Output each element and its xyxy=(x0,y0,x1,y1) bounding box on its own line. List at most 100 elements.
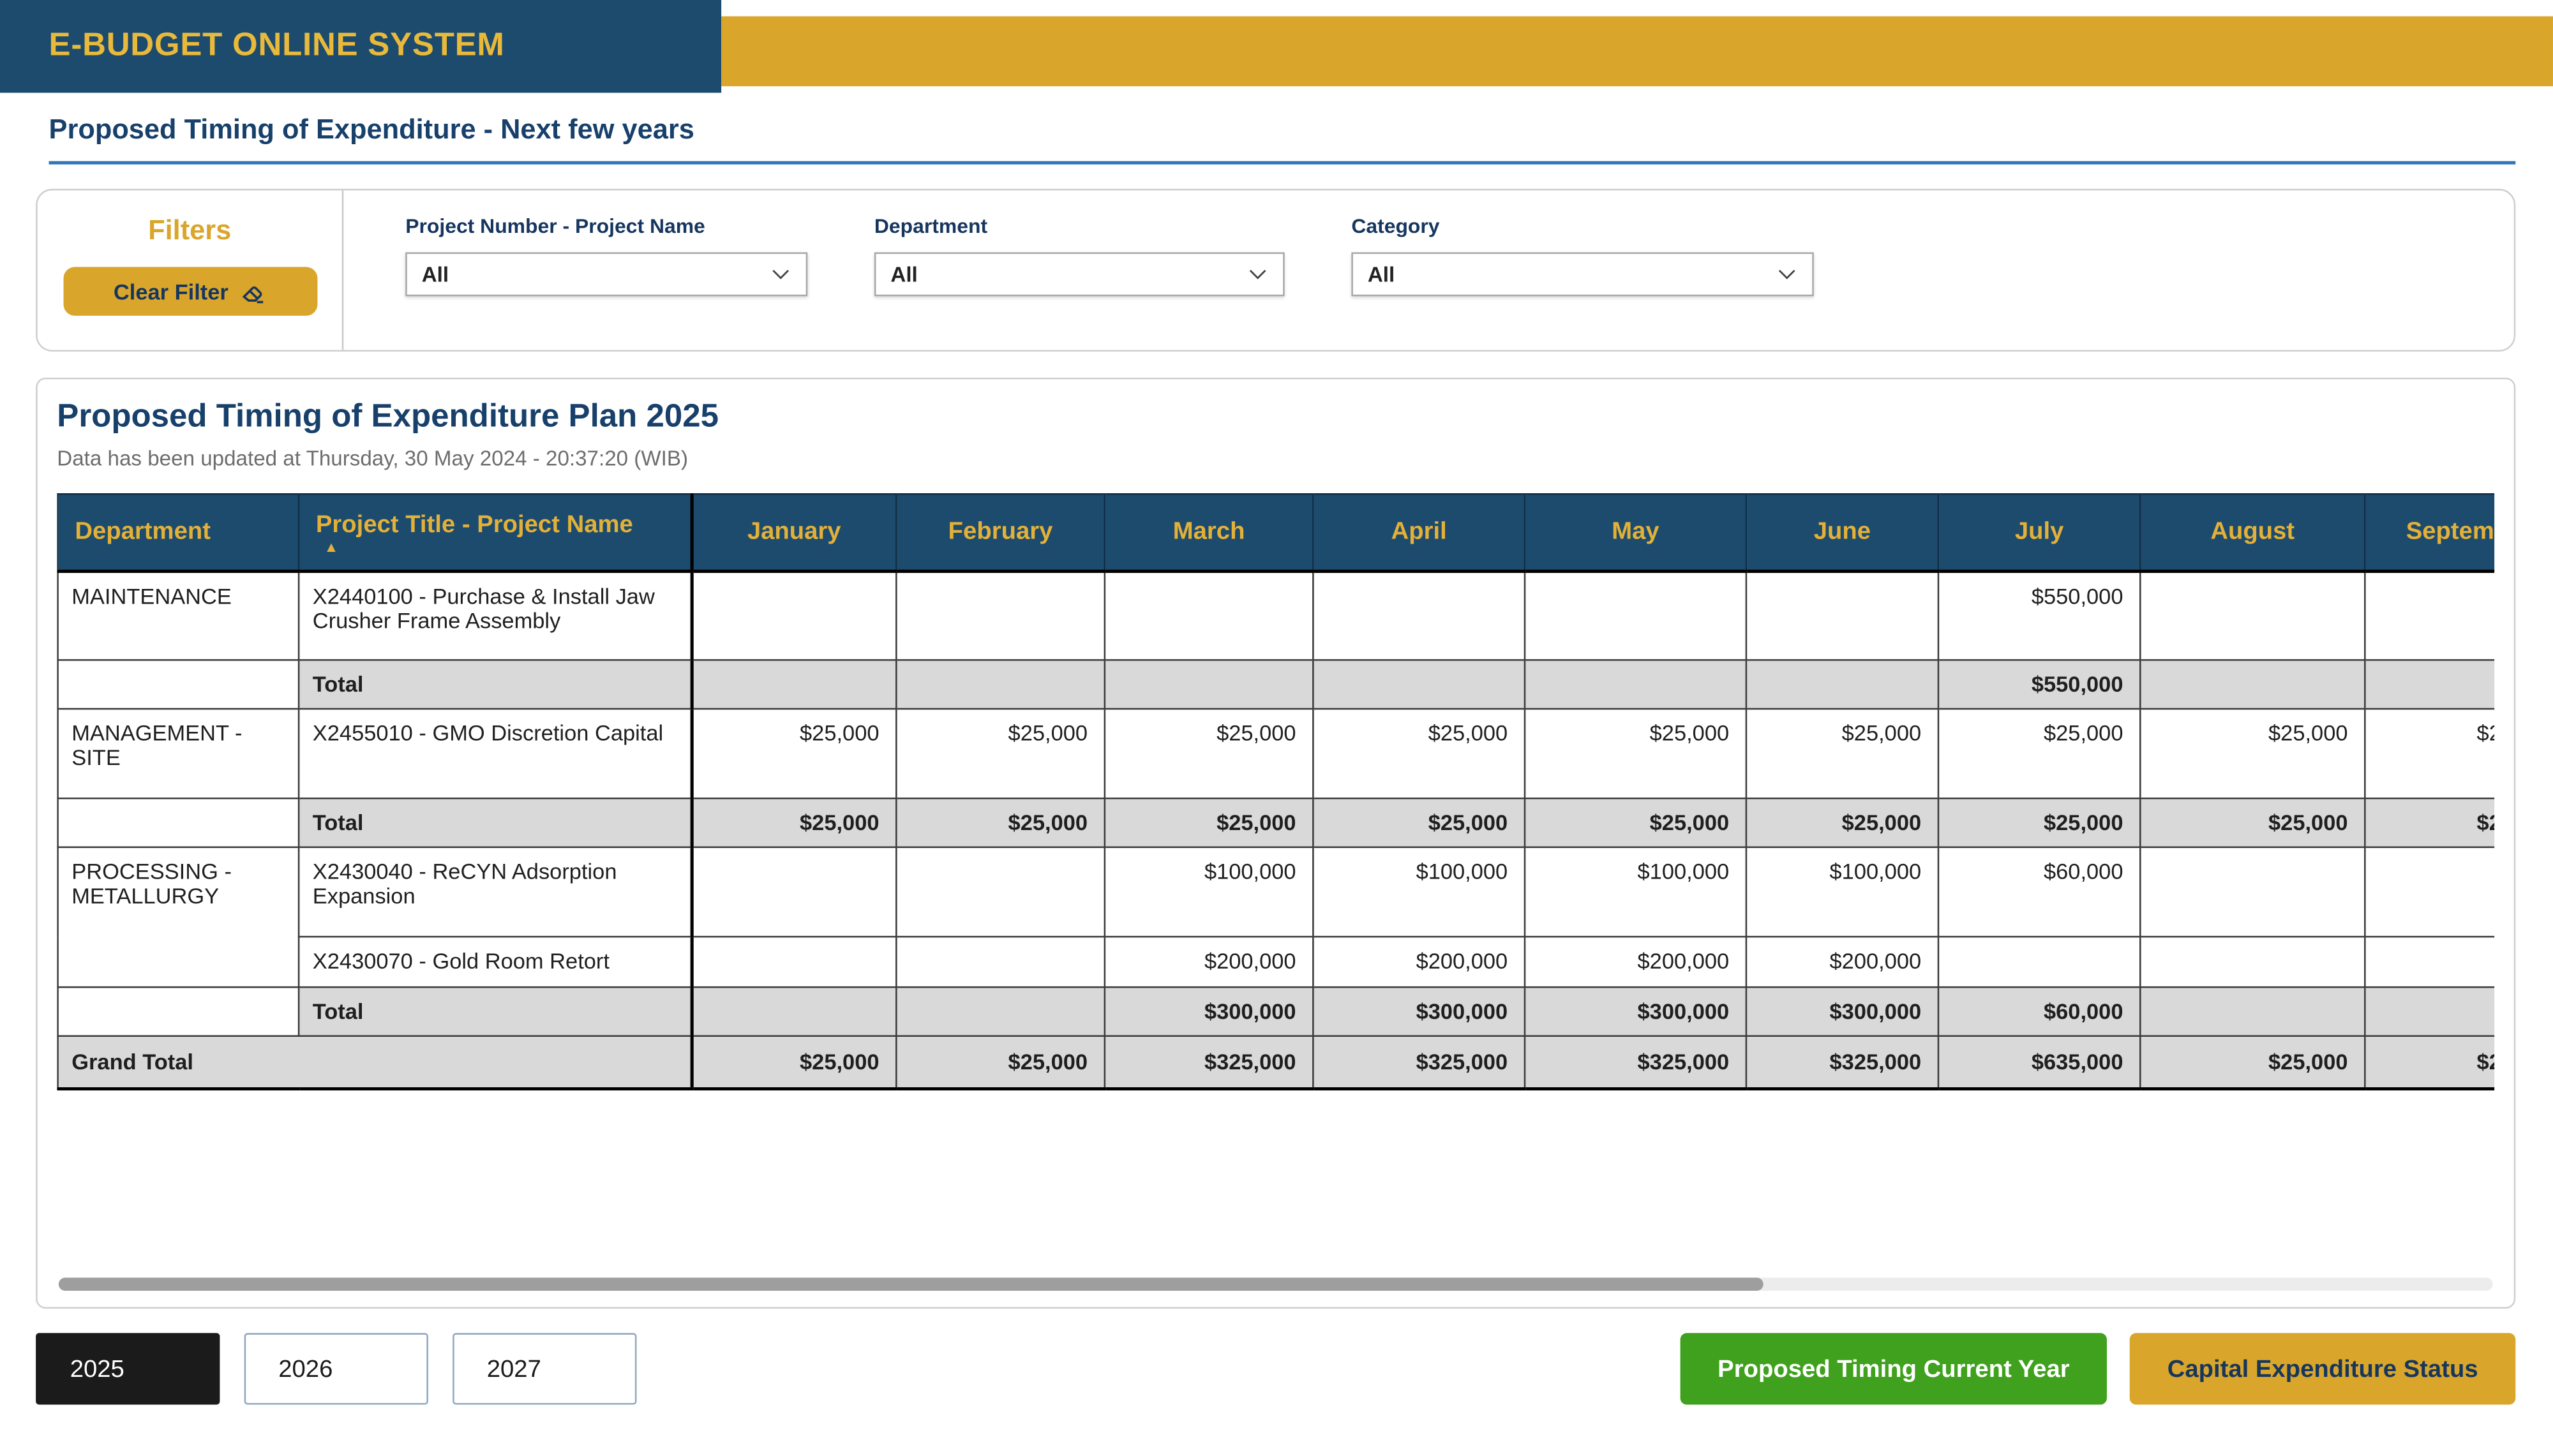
grand-total-row: Grand Total $25,000 $25,000 $325,000 $32… xyxy=(58,1036,2495,1088)
value-cell xyxy=(691,937,896,987)
clear-filter-button[interactable]: Clear Filter xyxy=(63,267,317,316)
horizontal-scrollbar-thumb[interactable] xyxy=(59,1278,1763,1291)
value-cell: $550,000 xyxy=(1938,570,2140,660)
value-cell: $25,000 xyxy=(1746,709,1938,798)
value-cell xyxy=(1746,660,1938,709)
expenditure-table-container: Department Project Title - Project Name … xyxy=(57,493,2494,1090)
proposed-timing-current-year-button[interactable]: Proposed Timing Current Year xyxy=(1681,1333,2108,1404)
top-bar: E-BUDGET ONLINE SYSTEM xyxy=(0,0,2553,93)
total-label-cell: Total xyxy=(299,798,691,847)
year-tab-2025[interactable]: 2025 xyxy=(36,1333,220,1404)
filter-department-label: Department xyxy=(874,215,1285,238)
value-cell: $60,000 xyxy=(1938,847,2140,937)
gold-accent-bar xyxy=(721,17,2553,87)
col-header-february[interactable]: February xyxy=(896,494,1105,570)
value-cell xyxy=(691,570,896,660)
value-cell: $25,000 xyxy=(2365,798,2494,847)
value-cell xyxy=(2365,847,2494,937)
value-cell xyxy=(1525,660,1746,709)
filter-department-dropdown[interactable]: All xyxy=(874,252,1285,296)
department-cell xyxy=(58,798,299,847)
value-cell: $25,000 xyxy=(2365,1036,2494,1088)
capital-expenditure-status-button[interactable]: Capital Expenditure Status xyxy=(2130,1333,2515,1404)
col-header-april[interactable]: April xyxy=(1313,494,1525,570)
app-title-bar: E-BUDGET ONLINE SYSTEM xyxy=(0,0,721,93)
filter-project-dropdown[interactable]: All xyxy=(405,252,807,296)
col-header-january[interactable]: January xyxy=(691,494,896,570)
year-tab-2026[interactable]: 2026 xyxy=(244,1333,428,1404)
horizontal-scrollbar-track[interactable] xyxy=(59,1278,2493,1291)
app-window: E-BUDGET ONLINE SYSTEM Proposed Timing o… xyxy=(0,0,2553,1455)
value-cell xyxy=(2365,987,2494,1036)
project-cell: X2455010 - GMO Discretion Capital xyxy=(299,709,691,798)
eraser-icon xyxy=(241,279,266,303)
value-cell xyxy=(691,660,896,709)
filter-category-dropdown[interactable]: All xyxy=(1351,252,1813,296)
value-cell: $550,000 xyxy=(1938,660,2140,709)
chevron-down-icon xyxy=(770,264,791,285)
value-cell xyxy=(1313,570,1525,660)
value-cell xyxy=(691,847,896,937)
value-cell: $325,000 xyxy=(1746,1036,1938,1088)
value-cell xyxy=(2140,847,2365,937)
total-row: Total $25,000 $25,000 $25,000 $25,000 $2… xyxy=(58,798,2495,847)
value-cell xyxy=(691,987,896,1036)
value-cell: $25,000 xyxy=(2365,709,2494,798)
col-header-july[interactable]: July xyxy=(1938,494,2140,570)
value-cell: $200,000 xyxy=(1105,937,1314,987)
value-cell xyxy=(896,570,1105,660)
value-cell: $325,000 xyxy=(1313,1036,1525,1088)
value-cell: $25,000 xyxy=(1938,798,2140,847)
filter-department: Department All xyxy=(874,215,1285,350)
filter-department-value: All xyxy=(890,262,917,286)
footer-actions: Proposed Timing Current Year Capital Exp… xyxy=(1681,1333,2516,1404)
value-cell: $100,000 xyxy=(1105,847,1314,937)
department-cell: MANAGEMENT - SITE xyxy=(58,709,299,798)
year-tab-2027[interactable]: 2027 xyxy=(453,1333,636,1404)
col-header-may[interactable]: May xyxy=(1525,494,1746,570)
value-cell: $325,000 xyxy=(1525,1036,1746,1088)
value-cell xyxy=(2365,660,2494,709)
value-cell xyxy=(2365,570,2494,660)
value-cell: $25,000 xyxy=(2140,798,2365,847)
value-cell: $25,000 xyxy=(896,709,1105,798)
app-title: E-BUDGET ONLINE SYSTEM xyxy=(49,27,505,65)
filter-category: Category All xyxy=(1351,215,1813,350)
value-cell: $25,000 xyxy=(1105,709,1314,798)
total-row: Total $300,000 $300,000 $300,000 $300,00… xyxy=(58,987,2495,1036)
expenditure-table: Department Project Title - Project Name … xyxy=(57,493,2494,1090)
col-header-september[interactable]: September xyxy=(2365,494,2494,570)
value-cell: $60,000 xyxy=(1938,987,2140,1036)
filter-category-label: Category xyxy=(1351,215,1813,238)
total-row: Total $550,000 xyxy=(58,660,2495,709)
value-cell: $25,000 xyxy=(691,1036,896,1088)
value-cell xyxy=(1105,660,1314,709)
value-cell xyxy=(896,660,1105,709)
value-cell: $25,000 xyxy=(896,798,1105,847)
value-cell: $300,000 xyxy=(1525,987,1746,1036)
value-cell: $300,000 xyxy=(1746,987,1938,1036)
value-cell xyxy=(1105,570,1314,660)
total-label-cell: Total xyxy=(299,660,691,709)
value-cell xyxy=(2140,570,2365,660)
col-header-june[interactable]: June xyxy=(1746,494,1938,570)
value-cell: $100,000 xyxy=(1746,847,1938,937)
value-cell xyxy=(2365,937,2494,987)
value-cell xyxy=(2140,987,2365,1036)
value-cell: $100,000 xyxy=(1525,847,1746,937)
filters-panel: Filters Clear Filter Project Number - Pr… xyxy=(36,189,2515,352)
value-cell xyxy=(896,987,1105,1036)
col-header-project-label: Project Title - Project Name xyxy=(316,510,633,538)
value-cell: $635,000 xyxy=(1938,1036,2140,1088)
grand-total-label: Grand Total xyxy=(58,1036,691,1088)
value-cell: $25,000 xyxy=(691,709,896,798)
value-cell: $25,000 xyxy=(1525,798,1746,847)
col-header-august[interactable]: August xyxy=(2140,494,2365,570)
table-row: X2430070 - Gold Room Retort $200,000 $20… xyxy=(58,937,2495,987)
filters-fields: Project Number - Project Name All Depart… xyxy=(343,190,1814,350)
col-header-department[interactable]: Department xyxy=(58,494,299,570)
col-header-march[interactable]: March xyxy=(1105,494,1314,570)
col-header-project[interactable]: Project Title - Project Name ▲ xyxy=(299,494,691,570)
value-cell: $25,000 xyxy=(1525,709,1746,798)
sort-ascending-icon: ▲ xyxy=(316,542,677,553)
